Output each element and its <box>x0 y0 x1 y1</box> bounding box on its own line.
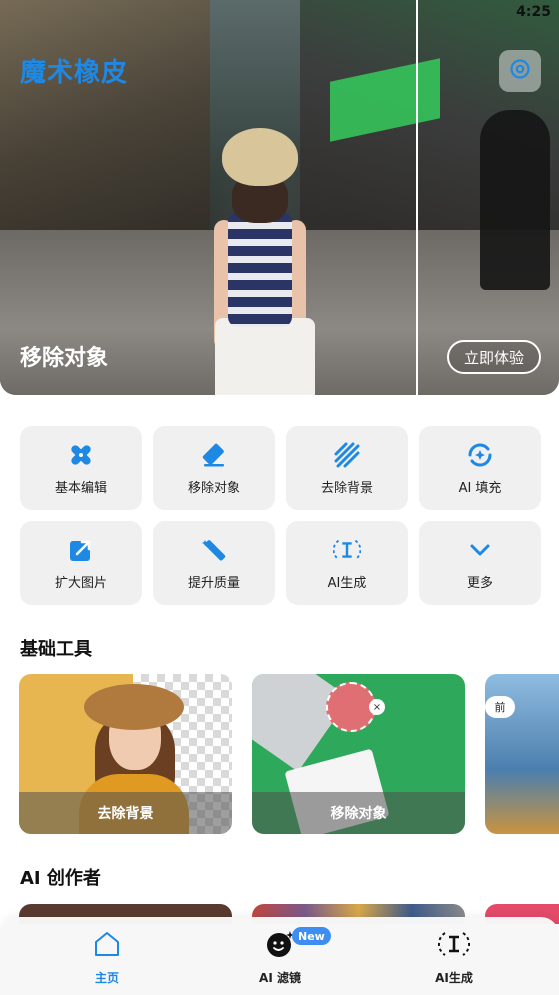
hero-person-skirt <box>215 318 315 395</box>
before-after-divider[interactable] <box>416 0 418 395</box>
eraser-icon <box>200 441 228 469</box>
ai-creators-title: AI 创作者 <box>20 868 101 889</box>
hero-bystander <box>480 110 550 290</box>
hero-background-shops <box>0 0 210 260</box>
basic-tools-title: 基础工具 <box>20 639 92 660</box>
before-tag: 前 <box>485 696 515 718</box>
tool-label: 扩大图片 <box>54 575 107 591</box>
nav-label: 主页 <box>94 971 119 985</box>
try-now-button[interactable]: 立即体验 <box>447 340 541 374</box>
tool-label: 更多 <box>466 575 493 591</box>
tool-more[interactable]: 更多 <box>419 521 541 605</box>
tool-enhance-quality[interactable]: 提升质量 <box>153 521 275 605</box>
ai-generate-icon <box>333 536 361 564</box>
ai-generate-icon <box>438 929 470 963</box>
sparkle-face-icon <box>265 929 295 963</box>
tool-label: AI 填充 <box>458 480 502 496</box>
app-title: 魔术橡皮 <box>20 58 129 88</box>
expand-image-icon <box>67 536 95 564</box>
close-icon: × <box>369 699 385 715</box>
new-badge: New <box>292 927 331 945</box>
home-screen: 4:25 魔术橡皮 移除对象 立即体验 基本编辑 移除对象 去除背景 AI 填充… <box>0 0 559 995</box>
gear-icon <box>508 57 532 85</box>
card-caption: 移除对象 <box>252 792 465 834</box>
tool-label: AI生成 <box>327 575 367 591</box>
tool-remove-background[interactable]: 去除背景 <box>286 426 408 510</box>
tool-ai-fill[interactable]: AI 填充 <box>419 426 541 510</box>
tool-ai-generate[interactable]: AI生成 <box>286 521 408 605</box>
nav-label: AI生成 <box>435 971 473 985</box>
tool-label: 基本编辑 <box>54 480 107 496</box>
tool-label: 去除背景 <box>320 480 373 496</box>
card-remove-background[interactable]: 去除背景 <box>19 674 232 834</box>
hero-person-top <box>228 212 292 327</box>
card-person-hat <box>84 684 184 730</box>
basic-tools-carousel[interactable]: 去除背景 × 移除对象 前 <box>19 674 559 834</box>
ai-fill-icon <box>466 441 494 469</box>
bottom-nav: 主页 New AI 滤镜 AI生成 <box>0 917 559 995</box>
magic-wand-icon <box>200 536 228 564</box>
tool-basic-edit[interactable]: 基本编辑 <box>20 426 142 510</box>
tool-expand-image[interactable]: 扩大图片 <box>20 521 142 605</box>
chevron-down-icon <box>466 536 494 564</box>
stripes-icon <box>333 441 361 469</box>
tool-label: 移除对象 <box>187 480 240 496</box>
tool-grid: 基本编辑 移除对象 去除背景 AI 填充 扩大图片 提升质量 AI生成 更多 <box>20 426 541 605</box>
home-icon <box>92 929 122 963</box>
card-remove-object[interactable]: × 移除对象 <box>252 674 465 834</box>
tool-label: 提升质量 <box>187 575 240 591</box>
hero-banner[interactable]: 4:25 魔术橡皮 移除对象 立即体验 <box>0 0 559 395</box>
hero-label: 移除对象 <box>20 346 109 371</box>
nav-ai-generate[interactable]: AI生成 <box>394 929 514 986</box>
bandage-icon <box>67 441 95 469</box>
nav-ai-filter[interactable]: New AI 滤镜 <box>220 927 340 986</box>
tool-remove-object[interactable]: 移除对象 <box>153 426 275 510</box>
nav-home[interactable]: 主页 <box>47 929 167 986</box>
nav-label: AI 滤镜 <box>259 971 301 985</box>
card-caption: 去除背景 <box>19 792 232 834</box>
card-before-after[interactable]: 前 <box>485 674 559 834</box>
settings-button[interactable] <box>499 50 541 92</box>
status-time: 4:25 <box>516 4 551 20</box>
hero-person-hat <box>222 128 298 186</box>
